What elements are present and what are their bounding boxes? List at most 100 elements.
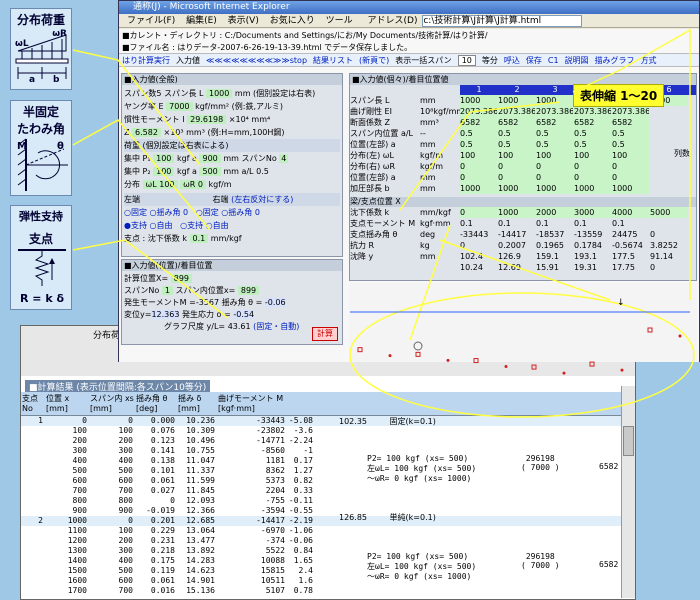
span-cell[interactable] — [650, 106, 687, 117]
span-cell[interactable]: 0 — [612, 161, 649, 172]
load2-input[interactable]: 100 — [153, 167, 175, 176]
span-cell[interactable]: 0 — [460, 172, 497, 183]
menu-favorites[interactable]: お気に入り — [270, 16, 315, 26]
address-field[interactable]: c:\技術計算\J計算\J計算.html — [422, 15, 583, 27]
support-k-input[interactable]: 0.1 — [189, 234, 209, 243]
scroll-thumb[interactable] — [623, 426, 634, 456]
span-cell[interactable]: 2073.386 — [574, 106, 611, 117]
fix-link[interactable]: (固定・自動) — [253, 322, 299, 331]
help-link[interactable]: 説明図 — [565, 55, 589, 66]
span-cell[interactable] — [650, 172, 687, 183]
opt-slope[interactable]: 揺み角 0 — [157, 208, 189, 217]
span-cell[interactable]: 0 — [536, 161, 573, 172]
new-page-link[interactable]: (新頁で) — [359, 55, 389, 66]
span-cell[interactable]: 0 — [498, 161, 535, 172]
call-link[interactable]: 呼込 — [504, 55, 520, 66]
section-input[interactable]: 6.582 — [132, 128, 161, 137]
span-cell[interactable]: 6582 — [612, 117, 649, 128]
c1-link[interactable]: C1 — [548, 56, 559, 65]
nav-arrows[interactable]: ≪≪≪≪≪≪≪≪≫≫stop — [206, 56, 307, 65]
opt-support[interactable]: 支持 — [131, 221, 147, 230]
span-cell[interactable] — [650, 128, 687, 139]
span-cell[interactable]: 0 — [574, 172, 611, 183]
span-cell[interactable]: 0 — [498, 172, 535, 183]
table-cell: 400 — [118, 556, 133, 565]
inertia-input[interactable]: 29.6198 — [187, 115, 227, 124]
opt-slope-r[interactable]: 揺み角 0 — [228, 208, 260, 217]
opt-fixed[interactable]: 固定 — [131, 208, 147, 217]
span-cell[interactable]: 0.5 — [574, 139, 611, 150]
span-cell[interactable]: 1000 — [536, 183, 573, 194]
opt-support-r[interactable]: 支持 — [187, 221, 203, 230]
span-cell[interactable]: 0.5 — [536, 128, 573, 139]
menu-file[interactable]: ファイル(F) — [127, 16, 175, 26]
span-cell[interactable]: 100 — [612, 150, 649, 161]
menu-tools[interactable]: ツール — [326, 16, 353, 26]
span-no-value[interactable]: 1 — [161, 286, 173, 295]
a1-input[interactable]: 900 — [199, 154, 221, 163]
wl-input[interactable]: ωL 100 — [142, 180, 178, 189]
span-cell[interactable]: 0.5 — [536, 139, 573, 150]
span-cell[interactable]: 6582 — [536, 117, 573, 128]
a2-input[interactable]: 500 — [199, 167, 221, 176]
span-cell[interactable]: 1000 — [612, 183, 649, 194]
span-cell[interactable]: 0 — [536, 172, 573, 183]
span-cell[interactable]: 0 — [612, 172, 649, 183]
span-row-unit: mm — [420, 96, 436, 105]
table-row: 800 800 0 12.093 -755 -0.11 — [21, 496, 621, 506]
span-cell[interactable]: 0.5 — [460, 128, 497, 139]
span-cell[interactable]: 0.5 — [498, 139, 535, 150]
span-cell[interactable]: 2073.386 — [460, 106, 497, 117]
calc-button[interactable]: 計算 — [312, 327, 338, 341]
table-cell: 10.755 — [186, 446, 215, 455]
method-link[interactable]: 方式 — [641, 55, 657, 66]
span-cell[interactable]: 1000 — [460, 95, 497, 106]
span-cell[interactable]: 0.5 — [460, 139, 497, 150]
count-input[interactable]: 10 — [457, 54, 476, 66]
span-cell[interactable]: 6582 — [460, 117, 497, 128]
span-cell[interactable]: 1000 — [460, 183, 497, 194]
menu-edit[interactable]: 編集(E) — [186, 16, 217, 26]
draw-graph-link[interactable]: 描みグラフ — [595, 55, 635, 66]
span-cell[interactable]: 100 — [460, 150, 497, 161]
results-scrollbar[interactable] — [621, 386, 635, 598]
menu-view[interactable]: 表示(V) — [228, 16, 259, 26]
span-cell[interactable]: 100 — [536, 150, 573, 161]
span-cell[interactable]: 100 — [498, 150, 535, 161]
span-cell[interactable]: 1000 — [498, 183, 535, 194]
span-pos-value[interactable]: 899 — [237, 286, 260, 295]
calc-run-link[interactable]: はり計算実行 — [122, 55, 170, 66]
span-cell[interactable]: 0 — [460, 161, 497, 172]
results-list-link[interactable]: 結果リスト — [313, 55, 353, 66]
span-cell[interactable] — [650, 183, 687, 194]
span-cell[interactable]: 6582 — [498, 117, 535, 128]
span-cell[interactable]: 0 — [574, 161, 611, 172]
span-cell[interactable]: 0.5 — [574, 128, 611, 139]
young-input[interactable]: 7000 — [166, 102, 193, 111]
save-link[interactable]: 保存 — [526, 55, 542, 66]
span-cell[interactable]: 1000 — [574, 183, 611, 194]
span-cell[interactable]: 1000 — [536, 95, 573, 106]
span-cell[interactable]: 2073.386 — [612, 106, 649, 117]
span-cell[interactable]: 0.5 — [612, 139, 649, 150]
support-cell: 0.1 — [574, 219, 587, 228]
span-cell[interactable]: 100 — [574, 150, 611, 161]
spanno-input[interactable]: 4 — [279, 154, 289, 163]
span-cell[interactable]: 0.5 — [612, 128, 649, 139]
span-cell[interactable]: 0.5 — [498, 128, 535, 139]
swap-ends-link[interactable]: (左右反対にする) — [231, 195, 293, 204]
span-cell[interactable]: 2073.386 — [536, 106, 573, 117]
calc-pos-input[interactable]: 899 — [170, 274, 193, 283]
opt-free-r[interactable]: 自由 — [213, 221, 229, 230]
span-cell[interactable]: 1000 — [498, 95, 535, 106]
support-k-row: 支点 : 沈下係数 k 0.1 mm/kgf — [124, 232, 340, 245]
span-cell[interactable]: 2073.386 — [498, 106, 535, 117]
span-length-input[interactable]: 1000 — [206, 89, 233, 98]
opt-fixed-r[interactable]: 固定 — [203, 208, 219, 217]
load1-input[interactable]: 100 — [153, 154, 175, 163]
span-cell[interactable]: 6582 — [574, 117, 611, 128]
opt-free[interactable]: 自由 — [157, 221, 173, 230]
span-cell[interactable] — [650, 161, 687, 172]
span-cell[interactable] — [650, 117, 687, 128]
wr-input[interactable]: ωR 0 — [180, 180, 206, 189]
